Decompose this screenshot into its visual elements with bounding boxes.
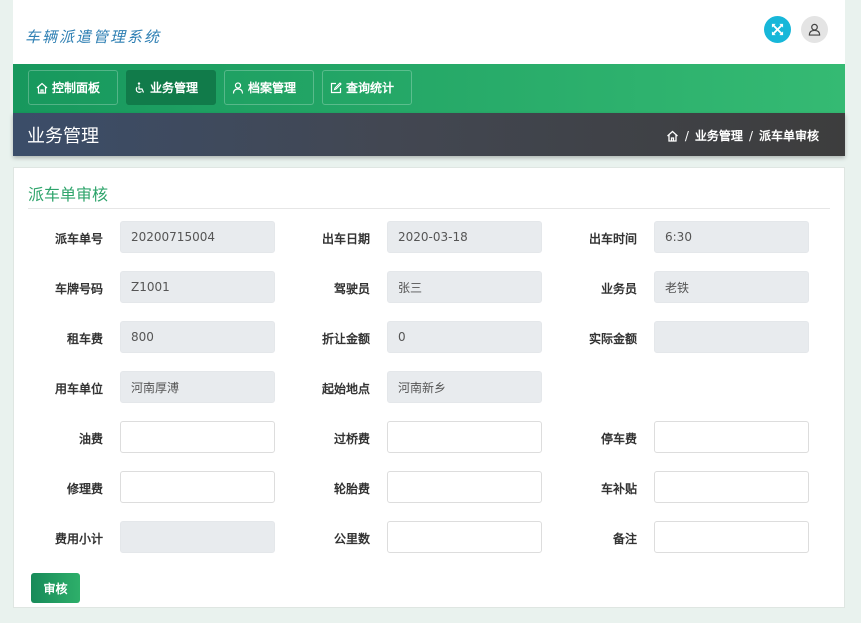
accessibility-icon [135, 81, 145, 93]
driver-field[interactable] [387, 271, 542, 303]
out-time-label: 出车时间 [588, 232, 637, 246]
home-icon[interactable] [666, 130, 679, 142]
discount-field[interactable] [387, 321, 542, 353]
tire-fee-label: 轮胎费 [333, 482, 370, 496]
start-place-field[interactable] [387, 371, 542, 403]
plate-no-field[interactable] [120, 271, 275, 303]
actual-amount-field[interactable] [654, 321, 809, 353]
edit-icon [330, 81, 342, 93]
rent-fee-label: 租车费 [66, 332, 103, 346]
expand-icon [771, 23, 784, 36]
nav-item-dashboard[interactable]: 控制面板 [28, 70, 118, 105]
breadcrumb-separator: / [748, 128, 753, 143]
form-card: 派车单审核 派车单号 出车日期 出车时间 车牌号码 驾驶员 业务员 租车费 折让… [13, 167, 845, 608]
repair-fee-label: 修理费 [66, 482, 103, 496]
user-menu-button[interactable] [801, 16, 828, 43]
driver-label: 驾驶员 [333, 282, 370, 296]
main-nav: 控制面板 业务管理 档案管理 查询统计 [13, 64, 845, 113]
top-bar: 车辆派遣管理系统 [13, 0, 845, 64]
page-header: 业务管理 / 业务管理 / 派车单审核 [13, 113, 845, 156]
nav-item-business[interactable]: 业务管理 [126, 70, 216, 105]
nav-item-label: 查询统计 [346, 81, 395, 95]
parking-fee-input[interactable] [654, 421, 809, 453]
mileage-input[interactable] [387, 521, 542, 553]
plate-no-label: 车牌号码 [54, 282, 103, 296]
salesman-field[interactable] [654, 271, 809, 303]
form-title: 派车单审核 [28, 185, 109, 204]
subsidy-label: 车补贴 [600, 482, 637, 496]
tire-fee-input[interactable] [387, 471, 542, 503]
discount-label: 折让金额 [321, 332, 370, 346]
nav-item-label: 控制面板 [52, 81, 101, 95]
page-title: 业务管理 [27, 126, 99, 147]
breadcrumb: / 业务管理 / 派车单审核 [666, 127, 819, 144]
fuel-fee-input[interactable] [120, 421, 275, 453]
nav-item-label: 档案管理 [248, 81, 297, 95]
user-icon [808, 23, 821, 36]
out-time-field[interactable] [654, 221, 809, 253]
toll-fee-input[interactable] [387, 421, 542, 453]
order-no-field[interactable] [120, 221, 275, 253]
nav-item-archives[interactable]: 档案管理 [224, 70, 314, 105]
fuel-fee-label: 油费 [78, 432, 103, 446]
actual-amount-label: 实际金额 [588, 332, 637, 346]
unit-label: 用车单位 [54, 382, 103, 396]
parking-fee-label: 停车费 [600, 432, 637, 446]
breadcrumb-item-current: 派车单审核 [758, 129, 819, 143]
nav-item-query-stats[interactable]: 查询统计 [322, 70, 412, 105]
breadcrumb-separator: / [684, 128, 689, 143]
order-no-label: 派车单号 [54, 232, 103, 246]
unit-field[interactable] [120, 371, 275, 403]
remark-input[interactable] [654, 521, 809, 553]
app-logo-title: 车辆派遣管理系统 [25, 28, 162, 46]
subsidy-input[interactable] [654, 471, 809, 503]
remark-label: 备注 [612, 532, 637, 546]
mileage-label: 公里数 [333, 532, 370, 546]
nav-item-label: 业务管理 [150, 81, 199, 95]
repair-fee-input[interactable] [120, 471, 275, 503]
approve-button[interactable]: 审核 [31, 573, 80, 603]
salesman-label: 业务员 [600, 282, 637, 296]
divider [28, 208, 830, 209]
out-date-field[interactable] [387, 221, 542, 253]
start-place-label: 起始地点 [321, 382, 370, 396]
fullscreen-button[interactable] [764, 16, 791, 43]
rent-fee-field[interactable] [120, 321, 275, 353]
subtotal-field[interactable] [120, 521, 275, 553]
subtotal-label: 费用小计 [54, 532, 103, 546]
breadcrumb-item[interactable]: 业务管理 [695, 127, 743, 144]
toll-fee-label: 过桥费 [333, 432, 370, 446]
out-date-label: 出车日期 [321, 232, 370, 246]
home-icon [36, 82, 48, 94]
user-icon [232, 81, 244, 94]
